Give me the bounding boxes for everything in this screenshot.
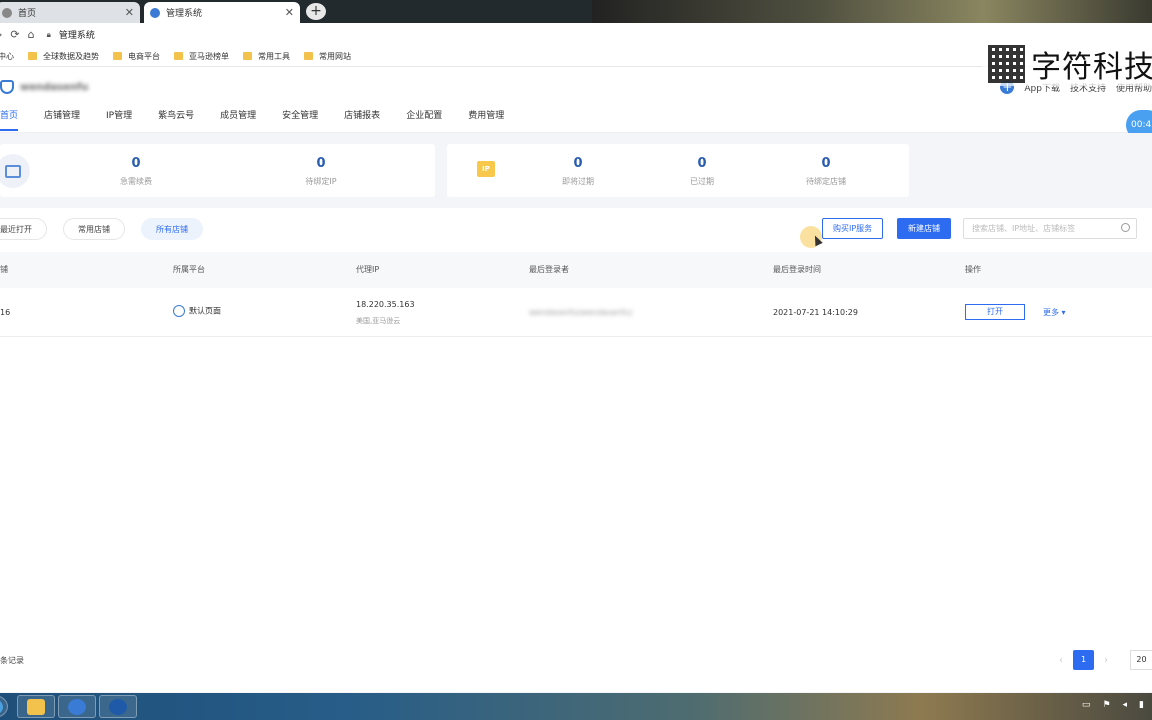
app-logo[interactable]: wendasenfu	[0, 80, 88, 94]
bookmark-item[interactable]: 常用网站	[304, 51, 351, 62]
next-page-icon[interactable]: ›	[1104, 655, 1108, 666]
lock-icon: 🔒︎	[46, 29, 51, 39]
address-bar: › ⟳ ⌂ 🔒︎ 管理系统	[0, 23, 1152, 46]
page-size-select[interactable]: 20	[1130, 650, 1152, 670]
ip-location: 美国,亚马逊云	[356, 317, 401, 325]
filter-all[interactable]: 所有店铺	[141, 218, 203, 240]
col-proxy-ip: 代理IP	[356, 265, 380, 274]
close-icon[interactable]: ✕	[125, 6, 134, 19]
os-taskbar: ▭ ⚑ ◂ ▮	[0, 693, 1152, 720]
close-icon[interactable]: ✕	[285, 6, 294, 19]
network-icon[interactable]: ▮	[1139, 700, 1144, 710]
col-last-login: 最后登录时间	[773, 265, 821, 274]
pagination: ‹ 1 › 20	[1049, 650, 1152, 670]
col-actions: 操作	[965, 265, 981, 274]
browser-icon[interactable]	[58, 695, 96, 718]
store-icon	[0, 154, 30, 188]
store-stats-card: 0 急需续费 0 待绑定IP	[0, 144, 435, 197]
search-placeholder: 搜索店铺、IP地址、店铺标签	[972, 224, 1076, 233]
watermark-text: 字符科技	[1031, 50, 1152, 85]
nav-item-ip[interactable]: IP管理	[106, 108, 132, 131]
nav-item-members[interactable]: 成员管理	[220, 108, 256, 131]
folder-icon	[28, 52, 37, 60]
nav-item-reports[interactable]: 店铺报表	[344, 108, 380, 131]
bookmark-item[interactable]: 亚马逊榜单	[174, 51, 229, 62]
stat-expired[interactable]: 0 已过期	[642, 156, 762, 187]
store-filter-tabs: 最近打开 常用店铺 所有店铺	[0, 218, 219, 240]
nav-item-billing[interactable]: 费用管理	[468, 108, 504, 131]
desktop-background	[592, 0, 1152, 23]
proxy-ip: 18.220.35.163	[356, 300, 415, 309]
tab-label: 管理系统	[166, 9, 203, 19]
nav-item-home[interactable]: 首页	[0, 108, 19, 131]
main-content: 0 急需续费 0 待绑定IP IP 0 即将过期 0 已过期 0 待绑定店铺 最…	[0, 133, 1152, 693]
nav-item-stores[interactable]: 店铺管理	[44, 108, 80, 131]
col-platform: 所属平台	[173, 265, 205, 274]
bookmark-item[interactable]: 电商平台	[113, 51, 160, 62]
home-icon[interactable]: ⌂	[28, 28, 35, 41]
search-input[interactable]: 搜索店铺、IP地址、店铺标签	[963, 218, 1137, 239]
folder-icon	[174, 52, 183, 60]
nav-item-enterprise[interactable]: 企业配置	[406, 108, 442, 131]
system-tray: ▭ ⚑ ◂ ▮	[1082, 700, 1144, 710]
store-list-panel: 最近打开 常用店铺 所有店铺 购买IP服务 新建店铺 搜索店铺、IP地址、店铺标…	[0, 208, 1152, 692]
bookmark-item[interactable]: 常用工具	[243, 51, 290, 62]
total-records: 条记录	[0, 656, 24, 665]
nav-item-security[interactable]: 安全管理	[282, 108, 318, 131]
stat-store-unbound[interactable]: 0 待绑定店铺	[766, 156, 886, 187]
forward-icon[interactable]: ›	[0, 28, 2, 41]
shield-logo-icon	[0, 80, 14, 94]
stat-renewal-needed[interactable]: 0 急需续费	[76, 156, 196, 187]
account-name: wendasenfu	[20, 81, 89, 93]
new-tab-button[interactable]: +	[306, 3, 326, 20]
filter-recent[interactable]: 最近打开	[0, 218, 47, 240]
last-login-time: 2021-07-21 14:10:29	[773, 308, 858, 317]
page-number[interactable]: 1	[1073, 650, 1094, 670]
prev-page-icon[interactable]: ‹	[1059, 655, 1063, 666]
last-user: wendasenfu(wendasenfu)	[529, 308, 633, 317]
filter-favorites[interactable]: 常用店铺	[63, 218, 125, 240]
reload-icon[interactable]: ⟳	[10, 28, 19, 41]
folder-icon	[113, 52, 122, 60]
main-nav: 首页 店铺管理 IP管理 紫鸟云号 成员管理 安全管理 店铺报表 企业配置 费用…	[0, 108, 530, 131]
more-dropdown[interactable]: 更多 ▾	[1043, 307, 1066, 318]
folder-icon	[243, 52, 252, 60]
table-row[interactable]: 16 默认页面 18.220.35.163 美国,亚马逊云 wendasenfu…	[0, 288, 1152, 337]
search-icon[interactable]	[1121, 223, 1130, 232]
platform-cell: 默认页面	[173, 305, 221, 317]
tab-favicon-icon	[2, 7, 12, 18]
tab-admin[interactable]: 管理系统 ✕	[144, 2, 300, 23]
watermark: 字符科技	[982, 42, 1152, 86]
table-header: 铺 所属平台 代理IP 最后登录者 最后登录时间 操作	[0, 252, 1152, 288]
bookmark-item[interactable]: 全球数据及趋势	[28, 51, 99, 62]
stat-expiring-soon[interactable]: 0 即将过期	[518, 156, 638, 187]
bookmark-item[interactable]: 中心	[0, 51, 14, 62]
open-store-button[interactable]: 打开	[965, 304, 1025, 320]
ub-app-icon[interactable]	[99, 695, 137, 718]
url-field[interactable]: 管理系统	[59, 28, 95, 41]
volume-icon[interactable]: ◂	[1123, 700, 1128, 710]
browser-tab-bar: 首页 ✕ 管理系统 ✕ +	[0, 0, 1152, 23]
stat-ip-unbound[interactable]: 0 待绑定IP	[261, 156, 381, 187]
buy-ip-button[interactable]: 购买IP服务	[822, 218, 884, 239]
store-name: 16	[0, 308, 11, 317]
folder-icon	[304, 52, 313, 60]
bookmarks-bar: 中心 全球数据及趋势 电商平台 亚马逊榜单 常用工具 常用网站	[0, 46, 1152, 67]
col-store: 铺	[0, 265, 8, 274]
windows-start-icon[interactable]	[0, 695, 8, 718]
flag-icon[interactable]: ⚑	[1102, 700, 1110, 710]
tab-label: 首页	[18, 9, 37, 19]
keyboard-icon[interactable]: ▭	[1082, 700, 1091, 710]
qr-code-icon	[988, 45, 1026, 83]
app-header: wendasenfu 首页 店铺管理 IP管理 紫鸟云号 成员管理 安全管理 店…	[0, 68, 1152, 133]
ip-icon: IP	[477, 161, 495, 177]
new-store-button[interactable]: 新建店铺	[897, 218, 951, 239]
ip-stats-card: IP 0 即将过期 0 已过期 0 待绑定店铺	[447, 144, 909, 197]
tab-home[interactable]: 首页 ✕	[0, 2, 140, 23]
file-explorer-icon[interactable]	[17, 695, 55, 718]
nav-item-cloud-account[interactable]: 紫鸟云号	[158, 108, 194, 131]
tab-favicon-icon	[150, 7, 160, 18]
globe-icon	[173, 305, 185, 317]
col-last-user: 最后登录者	[529, 265, 569, 274]
